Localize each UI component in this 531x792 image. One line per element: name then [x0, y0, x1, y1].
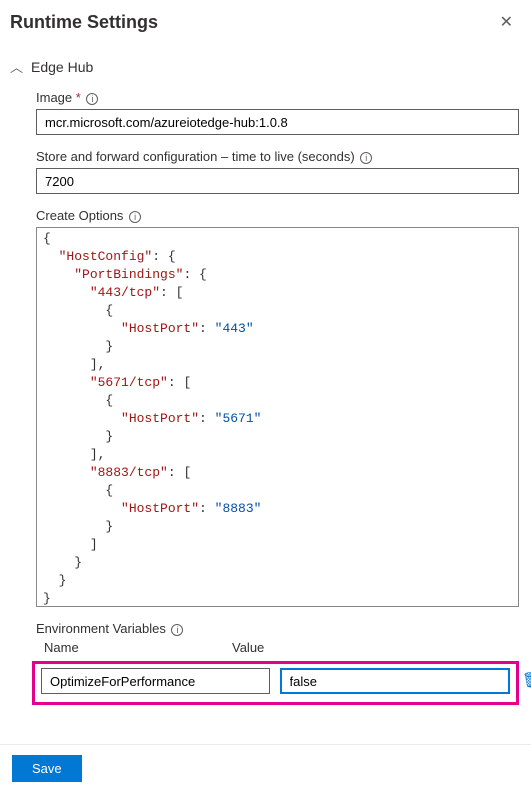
section-toggle-edgehub[interactable]: ︿ Edge Hub	[10, 49, 525, 90]
env-row: 🗑	[32, 661, 519, 705]
highlight-annotation	[32, 661, 519, 705]
env-vars-field: Environment Variables i	[36, 621, 519, 636]
close-icon[interactable]: ✕	[496, 10, 517, 34]
ttl-input[interactable]	[36, 168, 519, 194]
info-icon[interactable]: i	[171, 624, 183, 636]
delete-icon[interactable]: 🗑	[522, 671, 531, 689]
panel-header: Runtime Settings ✕	[0, 0, 531, 41]
env-col-name: Name	[36, 640, 226, 655]
image-input[interactable]	[36, 109, 519, 135]
ttl-field: Store and forward configuration – time t…	[36, 149, 519, 194]
env-columns-header: Name Value	[36, 640, 525, 655]
required-asterisk: *	[76, 90, 81, 105]
save-button[interactable]: Save	[12, 755, 82, 782]
info-icon[interactable]: i	[129, 211, 141, 223]
env-name-input[interactable]	[41, 668, 270, 694]
info-icon[interactable]: i	[86, 93, 98, 105]
ttl-label: Store and forward configuration – time t…	[36, 149, 519, 164]
env-value-input[interactable]	[280, 668, 511, 694]
footer-bar: Save	[0, 744, 531, 792]
content-scroll[interactable]: ︿ Edge Hub Image * i Store and forward c…	[0, 41, 531, 744]
env-vars-label: Environment Variables i	[36, 621, 519, 636]
image-field: Image * i	[36, 90, 519, 135]
page-title: Runtime Settings	[10, 12, 158, 33]
env-col-value: Value	[226, 640, 416, 655]
section-title: Edge Hub	[31, 59, 93, 75]
create-options-field: Create Options i { "HostConfig": { "Port…	[36, 208, 519, 607]
image-label: Image * i	[36, 90, 519, 105]
create-options-editor[interactable]: { "HostConfig": { "PortBindings": { "443…	[36, 227, 519, 607]
info-icon[interactable]: i	[360, 152, 372, 164]
chevron-up-icon: ︿	[10, 57, 23, 76]
create-options-label: Create Options i	[36, 208, 519, 223]
